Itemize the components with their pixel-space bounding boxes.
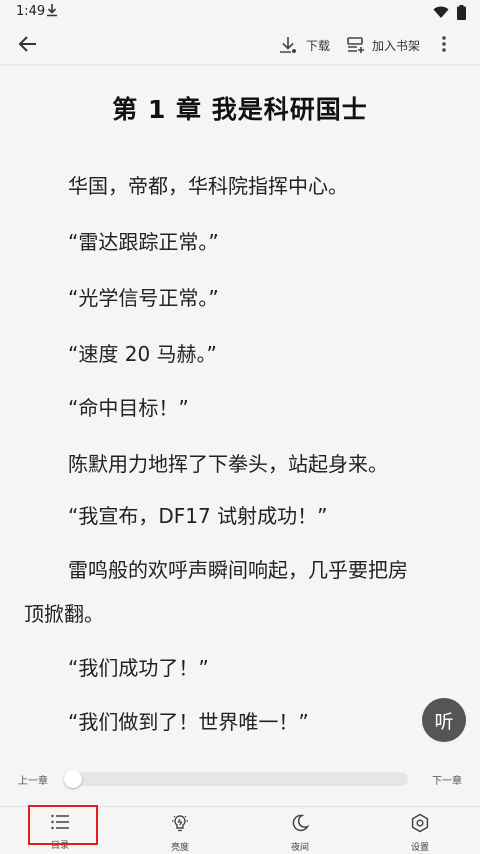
paragraph: “光学信号正常。” xyxy=(68,286,219,310)
download-button[interactable]: 下载 xyxy=(278,32,330,58)
battery-icon xyxy=(457,5,466,24)
highlight-box xyxy=(28,805,98,845)
paragraph: “雷达跟踪正常。” xyxy=(68,230,219,254)
nav-label: 设置 xyxy=(410,843,429,853)
paragraph: 顶掀翻。 xyxy=(24,602,104,626)
brightness-icon xyxy=(170,813,190,837)
nav-item-night[interactable]: 夜间 xyxy=(240,807,360,854)
top-toolbar: 下载 加入书架 xyxy=(0,24,480,64)
status-time: 1:49 xyxy=(16,4,46,19)
chapter-progress-track[interactable] xyxy=(64,772,408,786)
nav-label: 亮度 xyxy=(170,843,189,853)
paragraph: “我宣布，DF17 试射成功！” xyxy=(68,504,328,528)
add-shelf-label: 加入书架 xyxy=(372,38,421,53)
status-right xyxy=(433,5,466,24)
paragraph: “我们做到了！世界唯一！” xyxy=(68,710,309,734)
chapter-progress-row: 上一章 下一章 xyxy=(0,760,480,800)
status-bar: 1:49 xyxy=(0,0,480,24)
download-status-icon xyxy=(46,3,58,21)
paragraph: “我们成功了！” xyxy=(68,656,209,680)
download-label: 下载 xyxy=(306,38,331,53)
chapter-title: 第 1 章 我是科研国士 xyxy=(112,95,368,124)
reading-area[interactable]: 第 1 章 我是科研国士 华国，帝都，华科院指挥中心。 “雷达跟踪正常。” “光… xyxy=(0,66,480,756)
add-shelf-icon xyxy=(347,37,364,53)
chapter-progress-thumb[interactable] xyxy=(64,770,82,788)
more-options-icon[interactable] xyxy=(434,32,454,56)
download-icon xyxy=(280,37,296,53)
nav-label: 夜间 xyxy=(290,843,309,853)
wifi-icon xyxy=(433,6,449,23)
settings-icon xyxy=(410,813,430,837)
previous-chapter-button[interactable]: 上一章 xyxy=(18,772,48,787)
paragraph: 陈默用力地挥了下拳头，站起身来。 xyxy=(68,452,388,476)
add-to-shelf-button[interactable]: 加入书架 xyxy=(346,32,420,58)
next-chapter-button[interactable]: 下一章 xyxy=(432,772,462,787)
nav-item-brightness[interactable]: 亮度 xyxy=(120,807,240,854)
paragraph: 华国，帝都，华科院指挥中心。 xyxy=(68,174,348,198)
paragraph: 雷鸣般的欢呼声瞬间响起，几乎要把房 xyxy=(68,558,408,582)
paragraph: “速度 20 马赫。” xyxy=(68,342,217,366)
paragraph: “命中目标！” xyxy=(68,396,189,420)
listen-button[interactable]: 听 xyxy=(422,698,466,742)
moon-icon xyxy=(290,813,310,837)
nav-item-settings[interactable]: 设置 xyxy=(360,807,480,854)
back-icon[interactable] xyxy=(14,30,42,58)
